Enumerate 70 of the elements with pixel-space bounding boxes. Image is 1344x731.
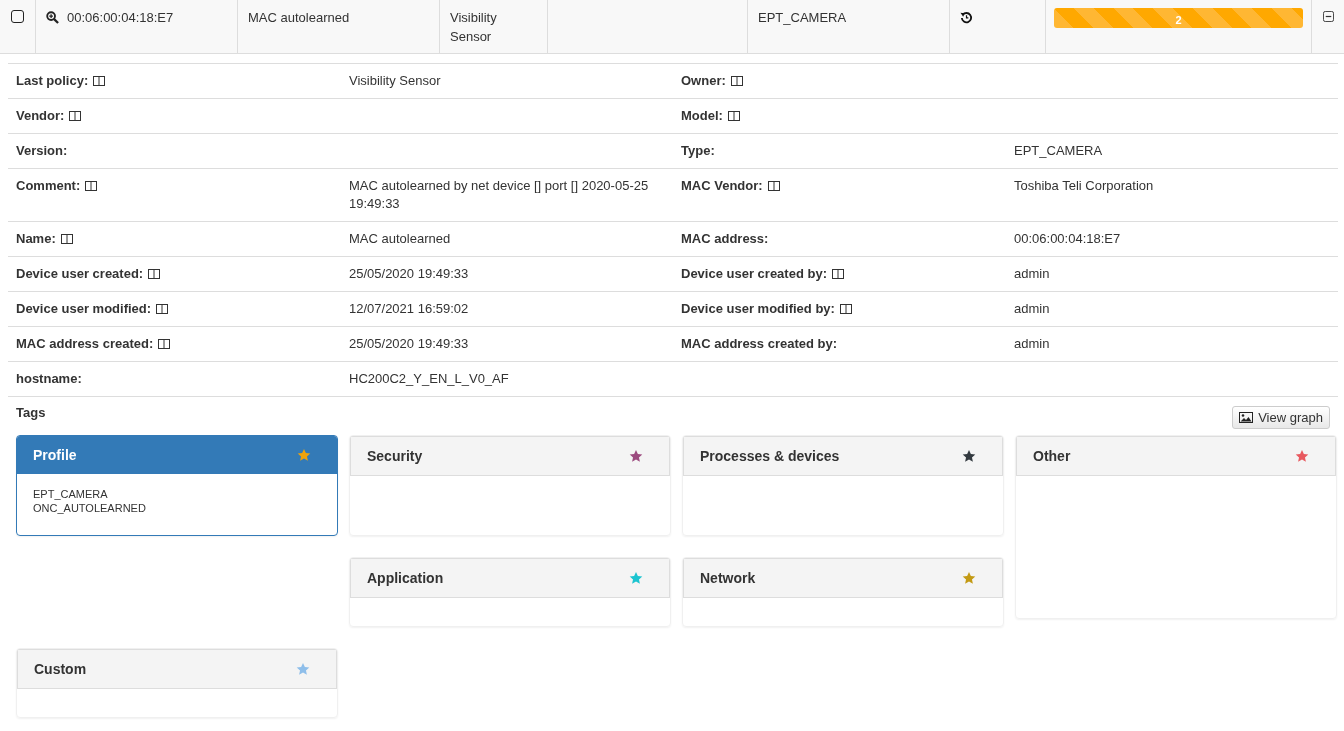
policy-name: Visibility Sensor	[450, 9, 498, 46]
field-label: MAC address created by:	[681, 335, 838, 353]
image-icon	[1239, 412, 1254, 423]
tag-item: EPT_CAMERA	[33, 488, 109, 500]
book-icon[interactable]	[730, 76, 743, 86]
field-value: admin	[1014, 266, 1050, 281]
star-icon[interactable]	[297, 448, 311, 462]
field-label: MAC address created:	[16, 335, 154, 353]
field-value: EPT_CAMERA	[1014, 143, 1103, 158]
field-value: 25/05/2020 19:49:33	[349, 266, 469, 281]
field-value: MAC autolearned	[349, 231, 451, 246]
panel-title: Custom	[34, 661, 87, 677]
field-label: Name:	[16, 230, 56, 248]
book-icon[interactable]	[93, 76, 106, 86]
star-icon[interactable]	[296, 662, 310, 676]
panel-title: Security	[367, 448, 423, 464]
field-label: Model:	[681, 107, 723, 125]
book-icon[interactable]	[158, 339, 171, 349]
tag-item: ONC_AUTOLEARNED	[33, 502, 147, 514]
field-label: Device user modified by:	[681, 300, 835, 318]
progress-label: 2	[1175, 13, 1182, 28]
field-value: admin	[1014, 301, 1050, 316]
field-value: Visibility Sensor	[349, 73, 441, 88]
field-value: 12/07/2021 16:59:02	[349, 301, 469, 316]
mac-address: 00:06:00:04:18:E7	[67, 9, 174, 27]
star-icon[interactable]	[962, 449, 976, 463]
field-value: admin	[1014, 336, 1050, 351]
field-value: MAC autolearned by net device [] port [] 2020-05-25 19:49:33	[349, 178, 649, 211]
book-icon[interactable]	[727, 111, 740, 121]
field-value: HC200C2_Y_EN_L_V0_AF	[349, 371, 509, 386]
book-icon[interactable]	[156, 304, 169, 314]
field-label: hostname:	[16, 370, 82, 388]
collapse-icon[interactable]	[1322, 11, 1334, 22]
field-value: 25/05/2020 19:49:33	[349, 336, 469, 351]
field-value: Toshiba Teli Corporation	[1014, 178, 1154, 193]
view-graph-button[interactable]: View graph	[1232, 406, 1330, 429]
field-label: Device user modified:	[16, 300, 152, 318]
book-icon[interactable]	[831, 269, 844, 279]
panel-title: Profile	[33, 447, 77, 463]
field-label: Type:	[681, 142, 715, 160]
book-icon[interactable]	[69, 111, 82, 121]
book-icon[interactable]	[839, 304, 852, 314]
book-icon[interactable]	[767, 181, 780, 191]
field-label: Vendor:	[16, 107, 65, 125]
book-icon[interactable]	[60, 234, 73, 244]
history-icon[interactable]	[960, 11, 973, 24]
star-icon[interactable]	[1295, 449, 1309, 463]
star-icon[interactable]	[629, 571, 643, 585]
book-icon[interactable]	[148, 269, 161, 279]
field-label: Version:	[16, 142, 68, 160]
field-label: Device user created:	[16, 265, 144, 283]
field-label: MAC Vendor:	[681, 177, 763, 195]
field-label: Last policy:	[16, 72, 89, 90]
field-label: Owner:	[681, 72, 726, 90]
field-label: Device user created by:	[681, 265, 827, 283]
panel-title: Network	[700, 570, 756, 586]
star-icon[interactable]	[962, 571, 976, 585]
zoom-in-icon[interactable]	[46, 11, 59, 24]
field-label: Comment:	[16, 177, 81, 195]
star-icon[interactable]	[629, 449, 643, 463]
panel-title: Application	[367, 570, 444, 586]
device-type: EPT_CAMERA	[758, 9, 847, 27]
panel-title: Other	[1033, 448, 1071, 464]
row-checkbox[interactable]	[11, 10, 24, 23]
field-label: MAC address:	[681, 230, 769, 248]
field-value: 00:06:00:04:18:E7	[1014, 231, 1121, 246]
tags-heading: Tags	[16, 405, 46, 420]
book-icon[interactable]	[85, 181, 98, 191]
device-name: MAC autolearned	[248, 9, 350, 27]
panel-title: Processes & devices	[700, 448, 840, 464]
